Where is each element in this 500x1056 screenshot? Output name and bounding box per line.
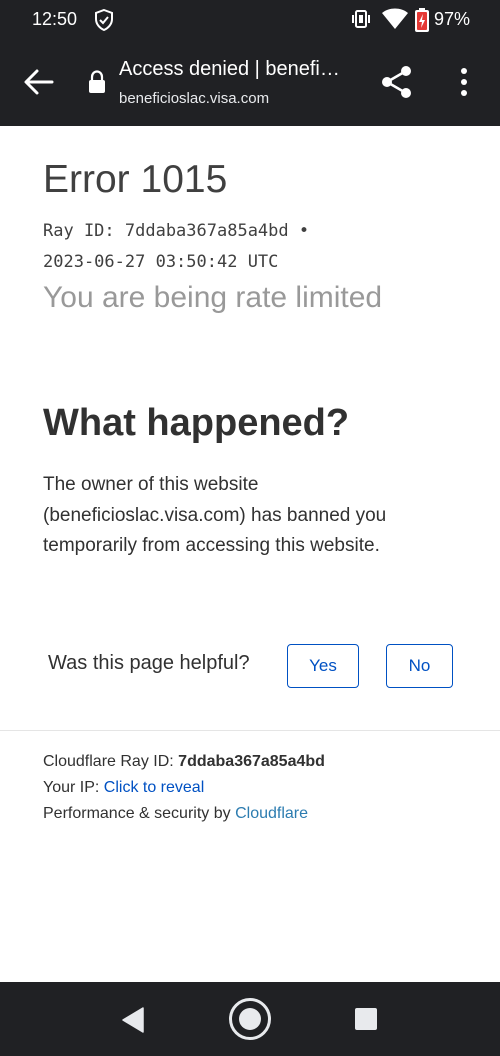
footer-perf-label: Performance & security by xyxy=(43,805,236,822)
back-arrow-icon[interactable] xyxy=(22,67,54,97)
no-button[interactable]: No xyxy=(386,644,453,688)
footer-ray-value: 7ddaba367a85a4bd xyxy=(178,753,325,770)
browser-toolbar: Access denied | benefi… beneficioslac.vi… xyxy=(0,40,500,126)
feedback-question: Was this page helpful? xyxy=(48,652,250,674)
timestamp-line: 2023-06-27 03:50:42 UTC xyxy=(43,252,279,272)
nav-home-icon[interactable] xyxy=(228,997,272,1041)
error-subtitle: You are being rate limited xyxy=(43,281,383,314)
shield-check-icon xyxy=(95,9,113,31)
reveal-ip-link[interactable]: Click to reveal xyxy=(104,779,204,796)
page-url[interactable]: beneficioslac.visa.com xyxy=(119,90,269,107)
footer-performance: Performance & security by Cloudflare xyxy=(43,805,308,823)
footer-ray-label: Cloudflare Ray ID: xyxy=(43,753,179,770)
nav-back-icon[interactable] xyxy=(121,1007,145,1033)
error-title: Error 1015 xyxy=(43,158,228,201)
share-icon[interactable] xyxy=(381,65,413,99)
lock-icon[interactable] xyxy=(88,70,106,94)
wifi-icon xyxy=(382,8,408,29)
footer-ray-id: Cloudflare Ray ID: 7ddaba367a85a4bd xyxy=(43,753,325,771)
footer-divider xyxy=(0,730,500,731)
explanation-text: The owner of this website (beneficioslac… xyxy=(43,474,387,556)
system-nav-bar xyxy=(0,982,500,1056)
battery-icon xyxy=(415,8,429,32)
cloudflare-link[interactable]: Cloudflare xyxy=(235,805,308,822)
what-happened-heading: What happened? xyxy=(43,402,350,444)
ray-id-line: Ray ID: 7ddaba367a85a4bd • xyxy=(43,221,310,241)
more-vert-icon[interactable] xyxy=(456,67,472,97)
yes-button[interactable]: Yes xyxy=(287,644,359,688)
status-bar: 12:50 97% xyxy=(0,0,500,40)
footer-ip-label: Your IP: xyxy=(43,779,104,796)
footer-ip: Your IP: Click to reveal xyxy=(43,779,204,797)
page-title[interactable]: Access denied | benefi… xyxy=(119,58,359,81)
status-time: 12:50 xyxy=(32,9,78,29)
vibrate-icon xyxy=(352,10,370,28)
nav-recents-icon[interactable] xyxy=(354,1007,378,1031)
battery-percentage: 97% xyxy=(434,9,471,29)
